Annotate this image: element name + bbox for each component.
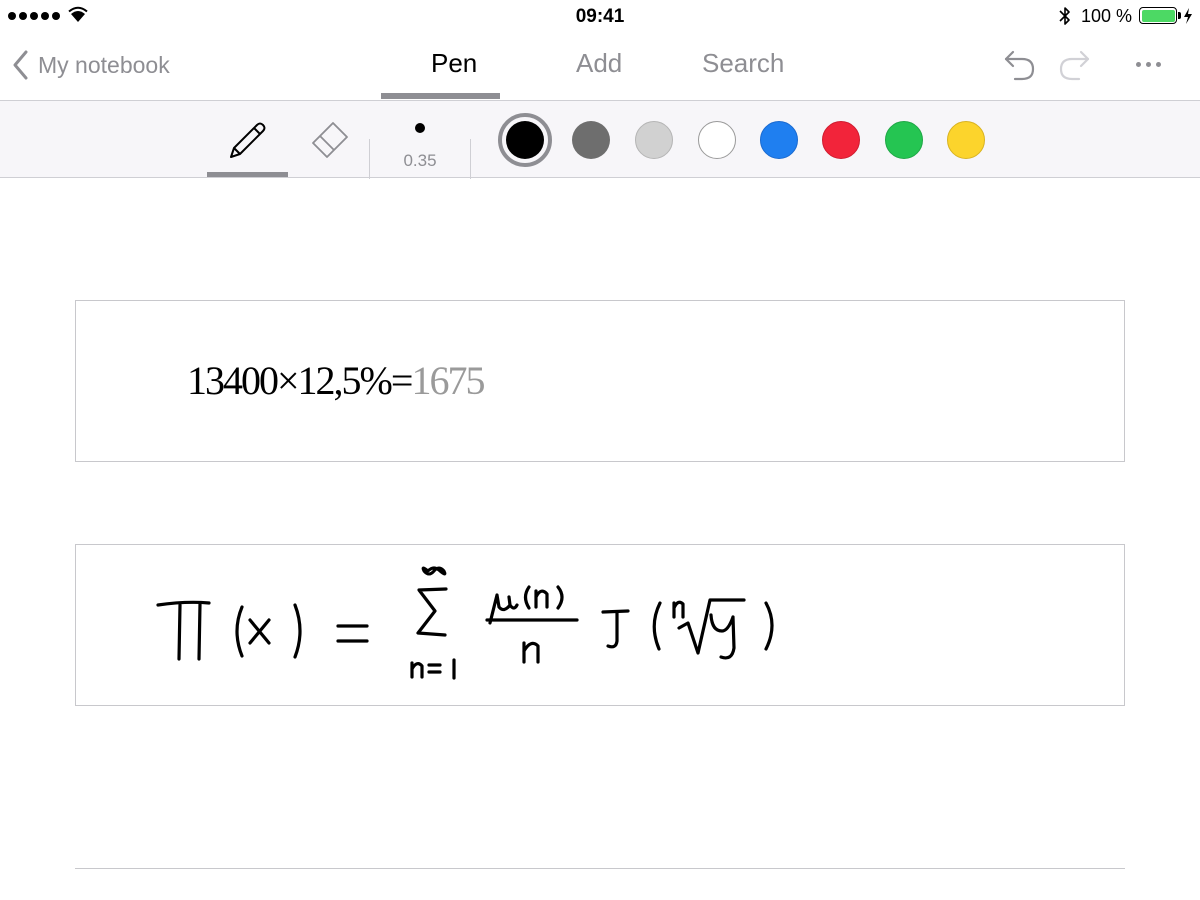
calculation-result: 1675 <box>411 358 485 403</box>
back-button[interactable]: My notebook <box>12 50 170 80</box>
pen-toolbar: 0.35 <box>0 100 1200 179</box>
color-swatch-green[interactable] <box>885 121 923 159</box>
stroke-width-value[interactable]: 0.35 <box>383 151 457 171</box>
battery-icon <box>1139 7 1177 24</box>
more-dot-icon <box>1136 62 1141 67</box>
selected-tool-indicator <box>207 172 288 177</box>
battery-percentage: 100 % <box>1081 6 1133 26</box>
more-options-button[interactable] <box>1136 62 1161 67</box>
toolbar-divider <box>369 139 370 179</box>
status-time: 09:41 <box>575 6 625 27</box>
navigation-bar: My notebook Pen Add Search <box>0 34 1200 100</box>
handwritten-formula-ink <box>156 566 774 680</box>
color-swatch-white[interactable] <box>698 121 736 159</box>
more-dot-icon <box>1146 62 1151 67</box>
chevron-left-icon <box>13 50 28 80</box>
stroke-width-dot[interactable] <box>415 123 425 133</box>
status-bar: 09:41 100 % <box>0 0 1200 34</box>
tab-search[interactable]: Search <box>702 48 784 79</box>
battery-tip <box>1178 12 1181 19</box>
tab-add[interactable]: Add <box>576 48 622 79</box>
page-bottom-line <box>75 868 1125 869</box>
calculation-expression: 13400×12,5%= <box>187 358 413 403</box>
handwritten-formula-block[interactable] <box>75 544 1125 706</box>
bluetooth-icon <box>1059 7 1070 25</box>
color-swatch-light-gray[interactable] <box>635 121 673 159</box>
toolbar-divider <box>470 139 471 179</box>
color-swatch-dark-gray[interactable] <box>572 121 610 159</box>
color-swatch-yellow[interactable] <box>947 121 985 159</box>
color-swatch-blue[interactable] <box>760 121 798 159</box>
pencil-icon[interactable] <box>226 119 270 163</box>
color-swatch-red[interactable] <box>822 121 860 159</box>
color-swatch-black[interactable] <box>498 113 552 167</box>
charging-bolt-icon <box>1184 8 1192 24</box>
calculation-block[interactable]: 13400×12,5%=1675 <box>75 300 1125 462</box>
more-dot-icon <box>1156 62 1161 67</box>
back-button-label: My notebook <box>38 51 170 78</box>
undo-icon[interactable] <box>1003 48 1037 82</box>
redo-icon[interactable] <box>1057 48 1091 82</box>
tab-pen[interactable]: Pen <box>431 48 477 79</box>
eraser-icon[interactable] <box>309 121 351 161</box>
calculation-text: 13400×12,5%=1675 <box>187 357 485 404</box>
active-tab-indicator <box>381 93 500 99</box>
